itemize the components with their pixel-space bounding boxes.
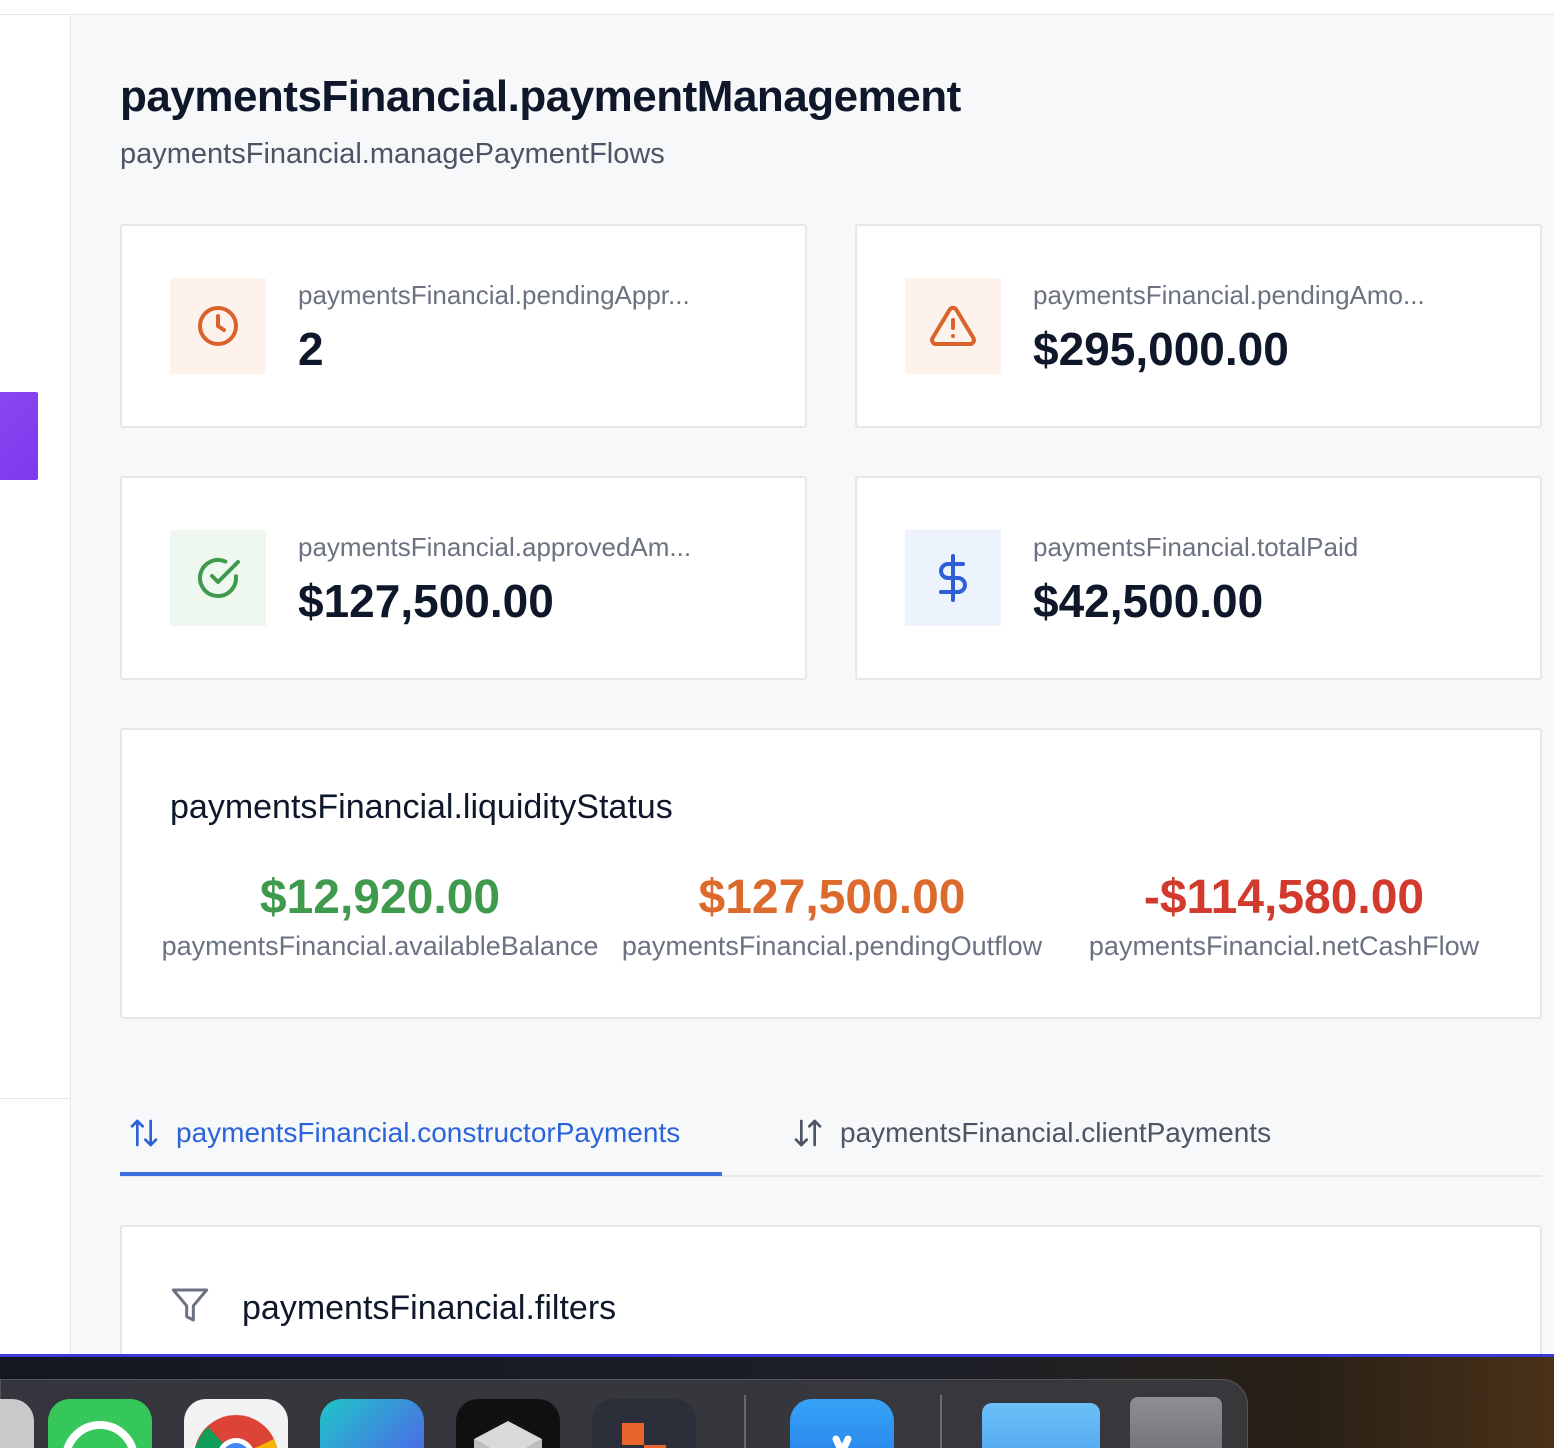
stat-card-pending-amount: paymentsFinancial.pendingAmo... $295,000… bbox=[855, 224, 1542, 428]
dock-separator bbox=[744, 1395, 746, 1448]
sidebar bbox=[0, 15, 71, 1355]
tab-label: paymentsFinancial.constructorPayments bbox=[176, 1117, 681, 1148]
liquidity-title: paymentsFinancial.liquidityStatus bbox=[170, 788, 673, 826]
liquidity-pending-outflow: $127,500.00 paymentsFinancial.pendingOut… bbox=[606, 870, 1058, 962]
app-store-icon[interactable] bbox=[790, 1399, 894, 1448]
stat-value: $127,500.00 bbox=[298, 575, 554, 627]
dock-separator bbox=[940, 1395, 942, 1448]
trash-icon[interactable] bbox=[1130, 1397, 1222, 1448]
top-bar bbox=[0, 0, 1554, 15]
chrome-icon[interactable] bbox=[184, 1399, 288, 1448]
liquidity-value: $12,920.00 bbox=[259, 871, 501, 924]
liquidity-value: $127,500.00 bbox=[698, 871, 966, 924]
stat-card-total-paid: paymentsFinancial.totalPaid $42,500.00 bbox=[855, 476, 1542, 680]
stat-label: paymentsFinancial.approvedAm... bbox=[298, 532, 692, 562]
stat-value: 2 bbox=[298, 323, 324, 375]
page-title: paymentsFinancial.paymentManagement bbox=[120, 72, 961, 121]
clock-icon bbox=[170, 278, 266, 374]
finder-icon[interactable] bbox=[0, 1399, 34, 1448]
folder-icon[interactable] bbox=[982, 1403, 1100, 1448]
filters-title: paymentsFinancial.filters bbox=[242, 1289, 617, 1327]
stat-value: $42,500.00 bbox=[1033, 575, 1264, 627]
tab-constructor-payments[interactable]: paymentsFinancial.constructorPayments bbox=[128, 1103, 680, 1163]
mail-icon[interactable] bbox=[456, 1399, 560, 1448]
stat-value: $295,000.00 bbox=[1033, 323, 1289, 375]
stat-label: paymentsFinancial.pendingAmo... bbox=[1033, 280, 1425, 310]
liquidity-label: paymentsFinancial.pendingOutflow bbox=[621, 931, 1043, 961]
arrows-up-down-icon bbox=[130, 1119, 158, 1147]
page-subtitle: paymentsFinancial.managePaymentFlows bbox=[120, 138, 665, 170]
liquidity-available-balance: $12,920.00 paymentsFinancial.availableBa… bbox=[154, 870, 606, 962]
stat-card-approved-amount: paymentsFinancial.approvedAm... $127,500… bbox=[120, 476, 807, 680]
tab-label: paymentsFinancial.clientPayments bbox=[840, 1117, 1272, 1148]
sidebar-divider bbox=[0, 1098, 70, 1099]
liquidity-value: -$114,580.00 bbox=[1143, 871, 1425, 924]
liquidity-label: paymentsFinancial.netCashFlow bbox=[1088, 931, 1480, 961]
warning-icon bbox=[905, 278, 1001, 374]
whatsapp-icon[interactable] bbox=[48, 1399, 152, 1448]
liquidity-net-cash-flow: -$114,580.00 paymentsFinancial.netCashFl… bbox=[1058, 870, 1510, 962]
dock bbox=[0, 1354, 1554, 1448]
liquidity-label: paymentsFinancial.availableBalance bbox=[161, 931, 599, 961]
stat-label: paymentsFinancial.totalPaid bbox=[1033, 532, 1359, 562]
payment-tabs: paymentsFinancial.constructorPayments pa… bbox=[120, 1095, 1542, 1177]
dollar-icon bbox=[905, 530, 1001, 626]
app-icon[interactable] bbox=[592, 1399, 696, 1448]
filter-icon[interactable] bbox=[170, 1285, 210, 1325]
canva-icon[interactable] bbox=[320, 1399, 424, 1448]
stat-label: paymentsFinancial.pendingAppr... bbox=[298, 280, 690, 310]
check-circle-icon bbox=[170, 530, 266, 626]
liquidity-status-card: paymentsFinancial.liquidityStatus $12,92… bbox=[120, 728, 1542, 1019]
active-tab-indicator bbox=[120, 1172, 722, 1176]
stat-card-pending-approvals: paymentsFinancial.pendingAppr... 2 bbox=[120, 224, 807, 428]
sidebar-active-item[interactable] bbox=[0, 392, 38, 480]
arrows-down-up-icon bbox=[794, 1119, 822, 1147]
tab-client-payments[interactable]: paymentsFinancial.clientPayments bbox=[792, 1103, 1271, 1163]
